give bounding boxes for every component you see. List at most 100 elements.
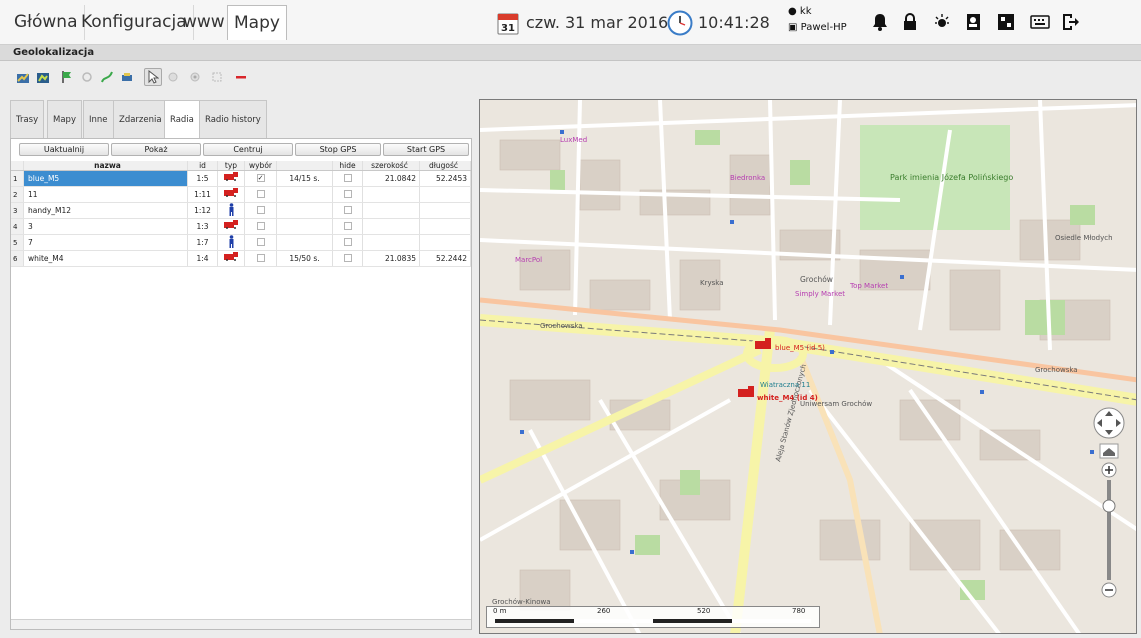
remove-icon[interactable] <box>232 68 250 86</box>
row-name[interactable]: 11 <box>24 187 188 202</box>
col-lat[interactable]: szerokość <box>363 161 420 170</box>
row-number: 1 <box>11 171 24 186</box>
center-button[interactable]: Centruj <box>203 143 293 156</box>
pan-control[interactable] <box>1093 407 1125 439</box>
row-lat: 21.0842 <box>363 171 420 186</box>
hide-checkbox[interactable] <box>333 235 363 250</box>
row-name[interactable]: blue_M5 <box>24 171 188 186</box>
calendar-day: 31 <box>501 23 515 34</box>
map-canvas[interactable]: blue_M5 (id 5) white_M4 (id 4) Park imie… <box>480 100 1137 634</box>
update-button[interactable]: Uaktualnij <box>19 143 109 156</box>
col-select[interactable]: wybór <box>245 161 277 170</box>
zoom-slider-handle[interactable] <box>1102 499 1116 513</box>
marcpol-label: MarcPol <box>515 256 542 264</box>
row-id: 1:12 <box>188 203 218 218</box>
hide-checkbox[interactable] <box>333 251 363 266</box>
tab-zdarzenia[interactable]: Zdarzenia <box>113 100 168 138</box>
hide-checkbox[interactable] <box>333 187 363 202</box>
tab-radio-history[interactable]: Radio history <box>199 100 267 138</box>
pointer-icon[interactable] <box>144 68 162 86</box>
select-area-icon[interactable] <box>208 68 226 86</box>
vehicle-tool-icon[interactable] <box>118 68 136 86</box>
table-row[interactable]: 2 11 1:11 <box>11 187 471 203</box>
row-name[interactable]: 7 <box>24 235 188 250</box>
circle-tool-icon[interactable] <box>78 68 96 86</box>
scale-bar: 0 m 260 520 780 <box>486 606 820 628</box>
row-name[interactable]: 3 <box>24 219 188 234</box>
row-time <box>277 203 333 218</box>
table-row[interactable]: 6 white_M4 1:4 15/50 s. 21.0835 52.2442 <box>11 251 471 267</box>
zoom-tool-icon[interactable] <box>164 68 182 86</box>
street-label-main: Grochowska <box>540 322 583 330</box>
hide-checkbox[interactable] <box>333 203 363 218</box>
user-icon: ● <box>788 6 797 17</box>
select-checkbox[interactable]: ✓ <box>245 171 277 186</box>
park-label: Park imienia Józefa Polińskiego <box>890 172 1013 182</box>
zoom-slider-track[interactable] <box>1107 480 1111 580</box>
row-lat <box>363 219 420 234</box>
row-name[interactable]: handy_M12 <box>24 203 188 218</box>
stop-gps-button[interactable]: Stop GPS <box>295 143 381 156</box>
flag-icon[interactable] <box>58 68 76 86</box>
waszyngtona-label: Aleja Stanów Zjednoczonych <box>774 363 808 462</box>
tab-glowna[interactable]: Główna <box>8 5 85 40</box>
select-checkbox[interactable] <box>245 219 277 234</box>
col-hide[interactable]: hide <box>333 161 363 170</box>
truck-icon <box>218 187 245 202</box>
network-icon[interactable] <box>995 11 1017 33</box>
map-layer-icon[interactable] <box>34 68 52 86</box>
hide-checkbox[interactable] <box>333 219 363 234</box>
home-icon[interactable] <box>1099 443 1119 459</box>
tab-mapy[interactable]: Mapy <box>227 5 287 40</box>
select-checkbox[interactable] <box>245 187 277 202</box>
row-time: 14/15 s. <box>277 171 333 186</box>
table-row[interactable]: 1 blue_M5 1:5 ✓ 14/15 s. 21.0842 52.2453 <box>11 171 471 187</box>
tab-konfiguracja[interactable]: Konfiguracja <box>75 5 194 40</box>
row-name[interactable]: white_M4 <box>24 251 188 266</box>
tab-radia[interactable]: Radia <box>164 100 200 140</box>
table-row[interactable]: 4 3 1:3 <box>11 219 471 235</box>
table-row[interactable]: 3 handy_M12 1:12 <box>11 203 471 219</box>
col-type[interactable]: typ <box>218 161 245 170</box>
clock-widget[interactable]: 10:41:28 <box>667 0 770 45</box>
logout-icon[interactable] <box>1059 11 1081 33</box>
row-number: 6 <box>11 251 24 266</box>
start-gps-button[interactable]: Start GPS <box>383 143 469 156</box>
zoom-out-button[interactable] <box>1101 582 1117 598</box>
brightness-icon[interactable] <box>931 11 953 33</box>
tab-mapy-sub[interactable]: Mapy <box>47 100 82 138</box>
table-header: nazwa id typ wybór hide szerokość długoś… <box>11 161 471 171</box>
select-checkbox[interactable] <box>245 251 277 266</box>
horizontal-scrollbar[interactable] <box>11 619 471 629</box>
tab-trasy[interactable]: Trasy <box>10 100 45 138</box>
bell-icon[interactable] <box>869 11 891 33</box>
col-id[interactable]: id <box>188 161 218 170</box>
tab-www[interactable]: www <box>177 5 232 40</box>
calendar-icon: 31 <box>497 13 519 34</box>
hide-checkbox[interactable] <box>333 171 363 186</box>
tab-inne[interactable]: Inne <box>83 100 114 138</box>
calendar-widget[interactable]: 31 czw. 31 mar 2016 <box>497 0 668 45</box>
row-lon <box>420 235 471 250</box>
row-id: 1:5 <box>188 171 218 186</box>
select-checkbox[interactable] <box>245 203 277 218</box>
map-view[interactable]: blue_M5 (id 5) white_M4 (id 4) Park imie… <box>479 99 1137 634</box>
table-row[interactable]: 5 7 1:7 <box>11 235 471 251</box>
contacts-icon[interactable] <box>963 11 985 33</box>
row-lat <box>363 203 420 218</box>
select-checkbox[interactable] <box>245 235 277 250</box>
measure-icon[interactable] <box>186 68 204 86</box>
keyboard-icon[interactable] <box>1029 11 1051 33</box>
zoom-in-button[interactable] <box>1101 462 1117 478</box>
radia-tab-body: Uaktualnij Pokaż Centruj Stop GPS Start … <box>10 138 472 630</box>
row-id: 1:11 <box>188 187 218 202</box>
map-edit-icon[interactable] <box>14 68 32 86</box>
left-panel: Trasy Mapy Inne Zdarzenia Radia Radio hi… <box>10 100 472 630</box>
lock-icon[interactable] <box>899 11 921 33</box>
row-lat <box>363 235 420 250</box>
col-lon[interactable]: długość <box>420 161 471 170</box>
show-button[interactable]: Pokaż <box>111 143 201 156</box>
route-icon[interactable] <box>98 68 116 86</box>
col-name[interactable]: nazwa <box>24 161 188 170</box>
row-lat <box>363 187 420 202</box>
